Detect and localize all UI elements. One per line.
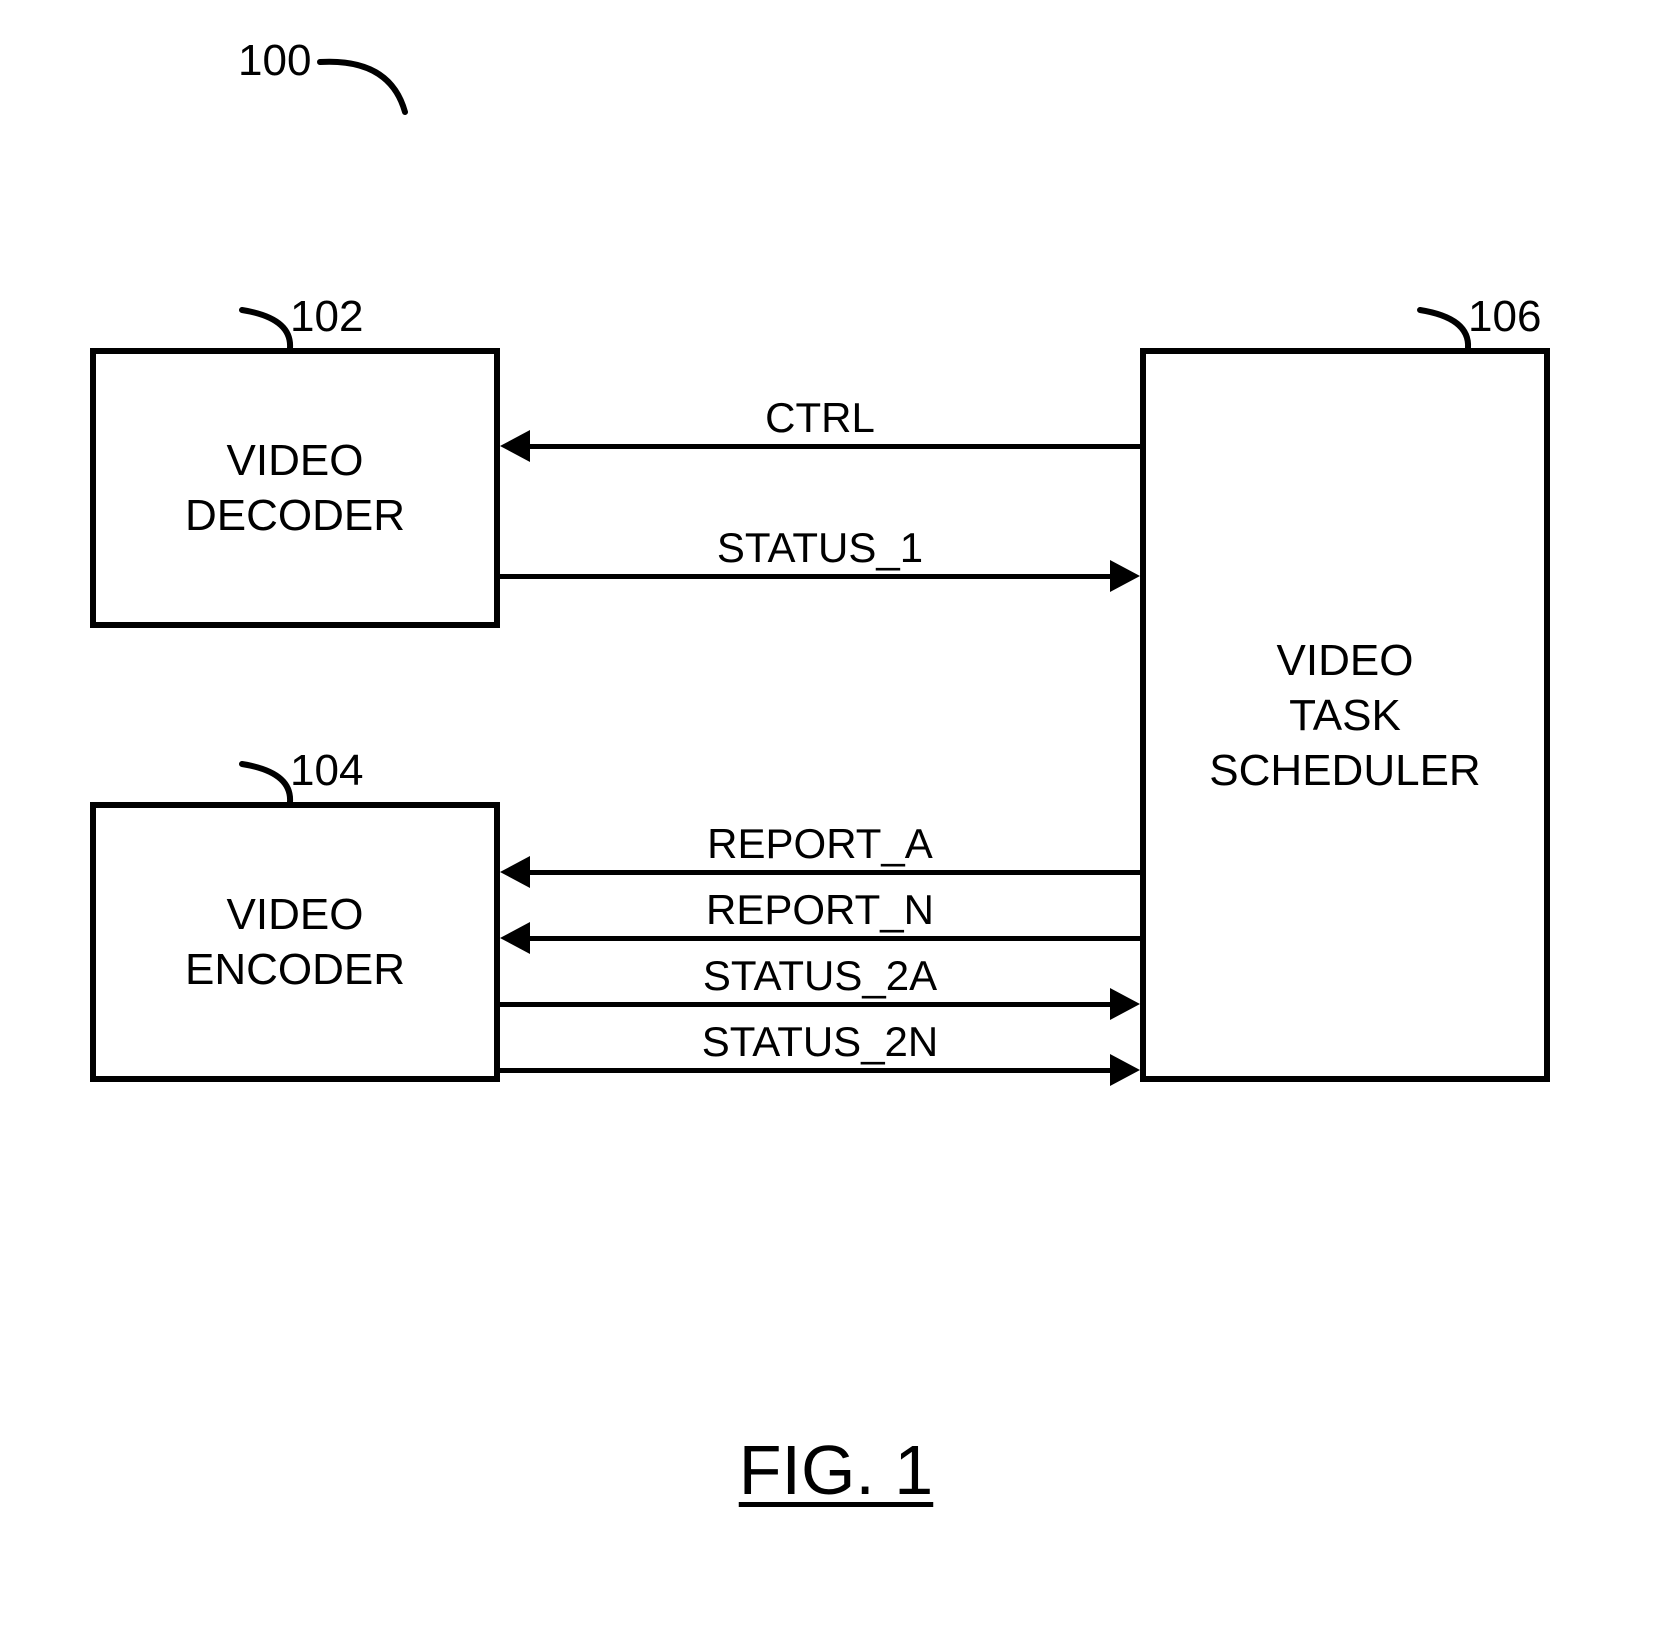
arrow-line-ctrl: [530, 444, 1140, 449]
arrow-line-report-a: [530, 870, 1140, 875]
signal-status2n: STATUS_2N: [500, 1018, 1140, 1066]
signal-ctrl: CTRL: [500, 394, 1140, 442]
signal-status1: STATUS_1: [500, 524, 1140, 572]
block-video-encoder: VIDEO ENCODER: [90, 802, 500, 1082]
block-video-decoder: VIDEO DECODER: [90, 348, 500, 628]
ref-overall-hook: [310, 40, 430, 120]
signal-status2a: STATUS_2A: [500, 952, 1140, 1000]
block-video-encoder-label: VIDEO ENCODER: [185, 887, 405, 997]
signal-report-n: REPORT_N: [500, 886, 1140, 934]
ref-overall: 100: [238, 36, 311, 86]
block-video-task-scheduler-label: VIDEO TASK SCHEDULER: [1209, 633, 1480, 798]
block-video-decoder-label: VIDEO DECODER: [185, 433, 405, 543]
figure-caption: FIG. 1: [0, 1430, 1672, 1510]
signal-report-a: REPORT_A: [500, 820, 1140, 868]
arrow-line-report-n: [530, 936, 1140, 941]
diagram-canvas: 100 102 104 106 VIDEO DECODER VIDEO ENCO…: [0, 0, 1672, 1651]
arrow-line-status1: [500, 574, 1110, 579]
arrow-line-status2n: [500, 1068, 1110, 1073]
arrow-line-status2a: [500, 1002, 1110, 1007]
block-video-task-scheduler: VIDEO TASK SCHEDULER: [1140, 348, 1550, 1082]
